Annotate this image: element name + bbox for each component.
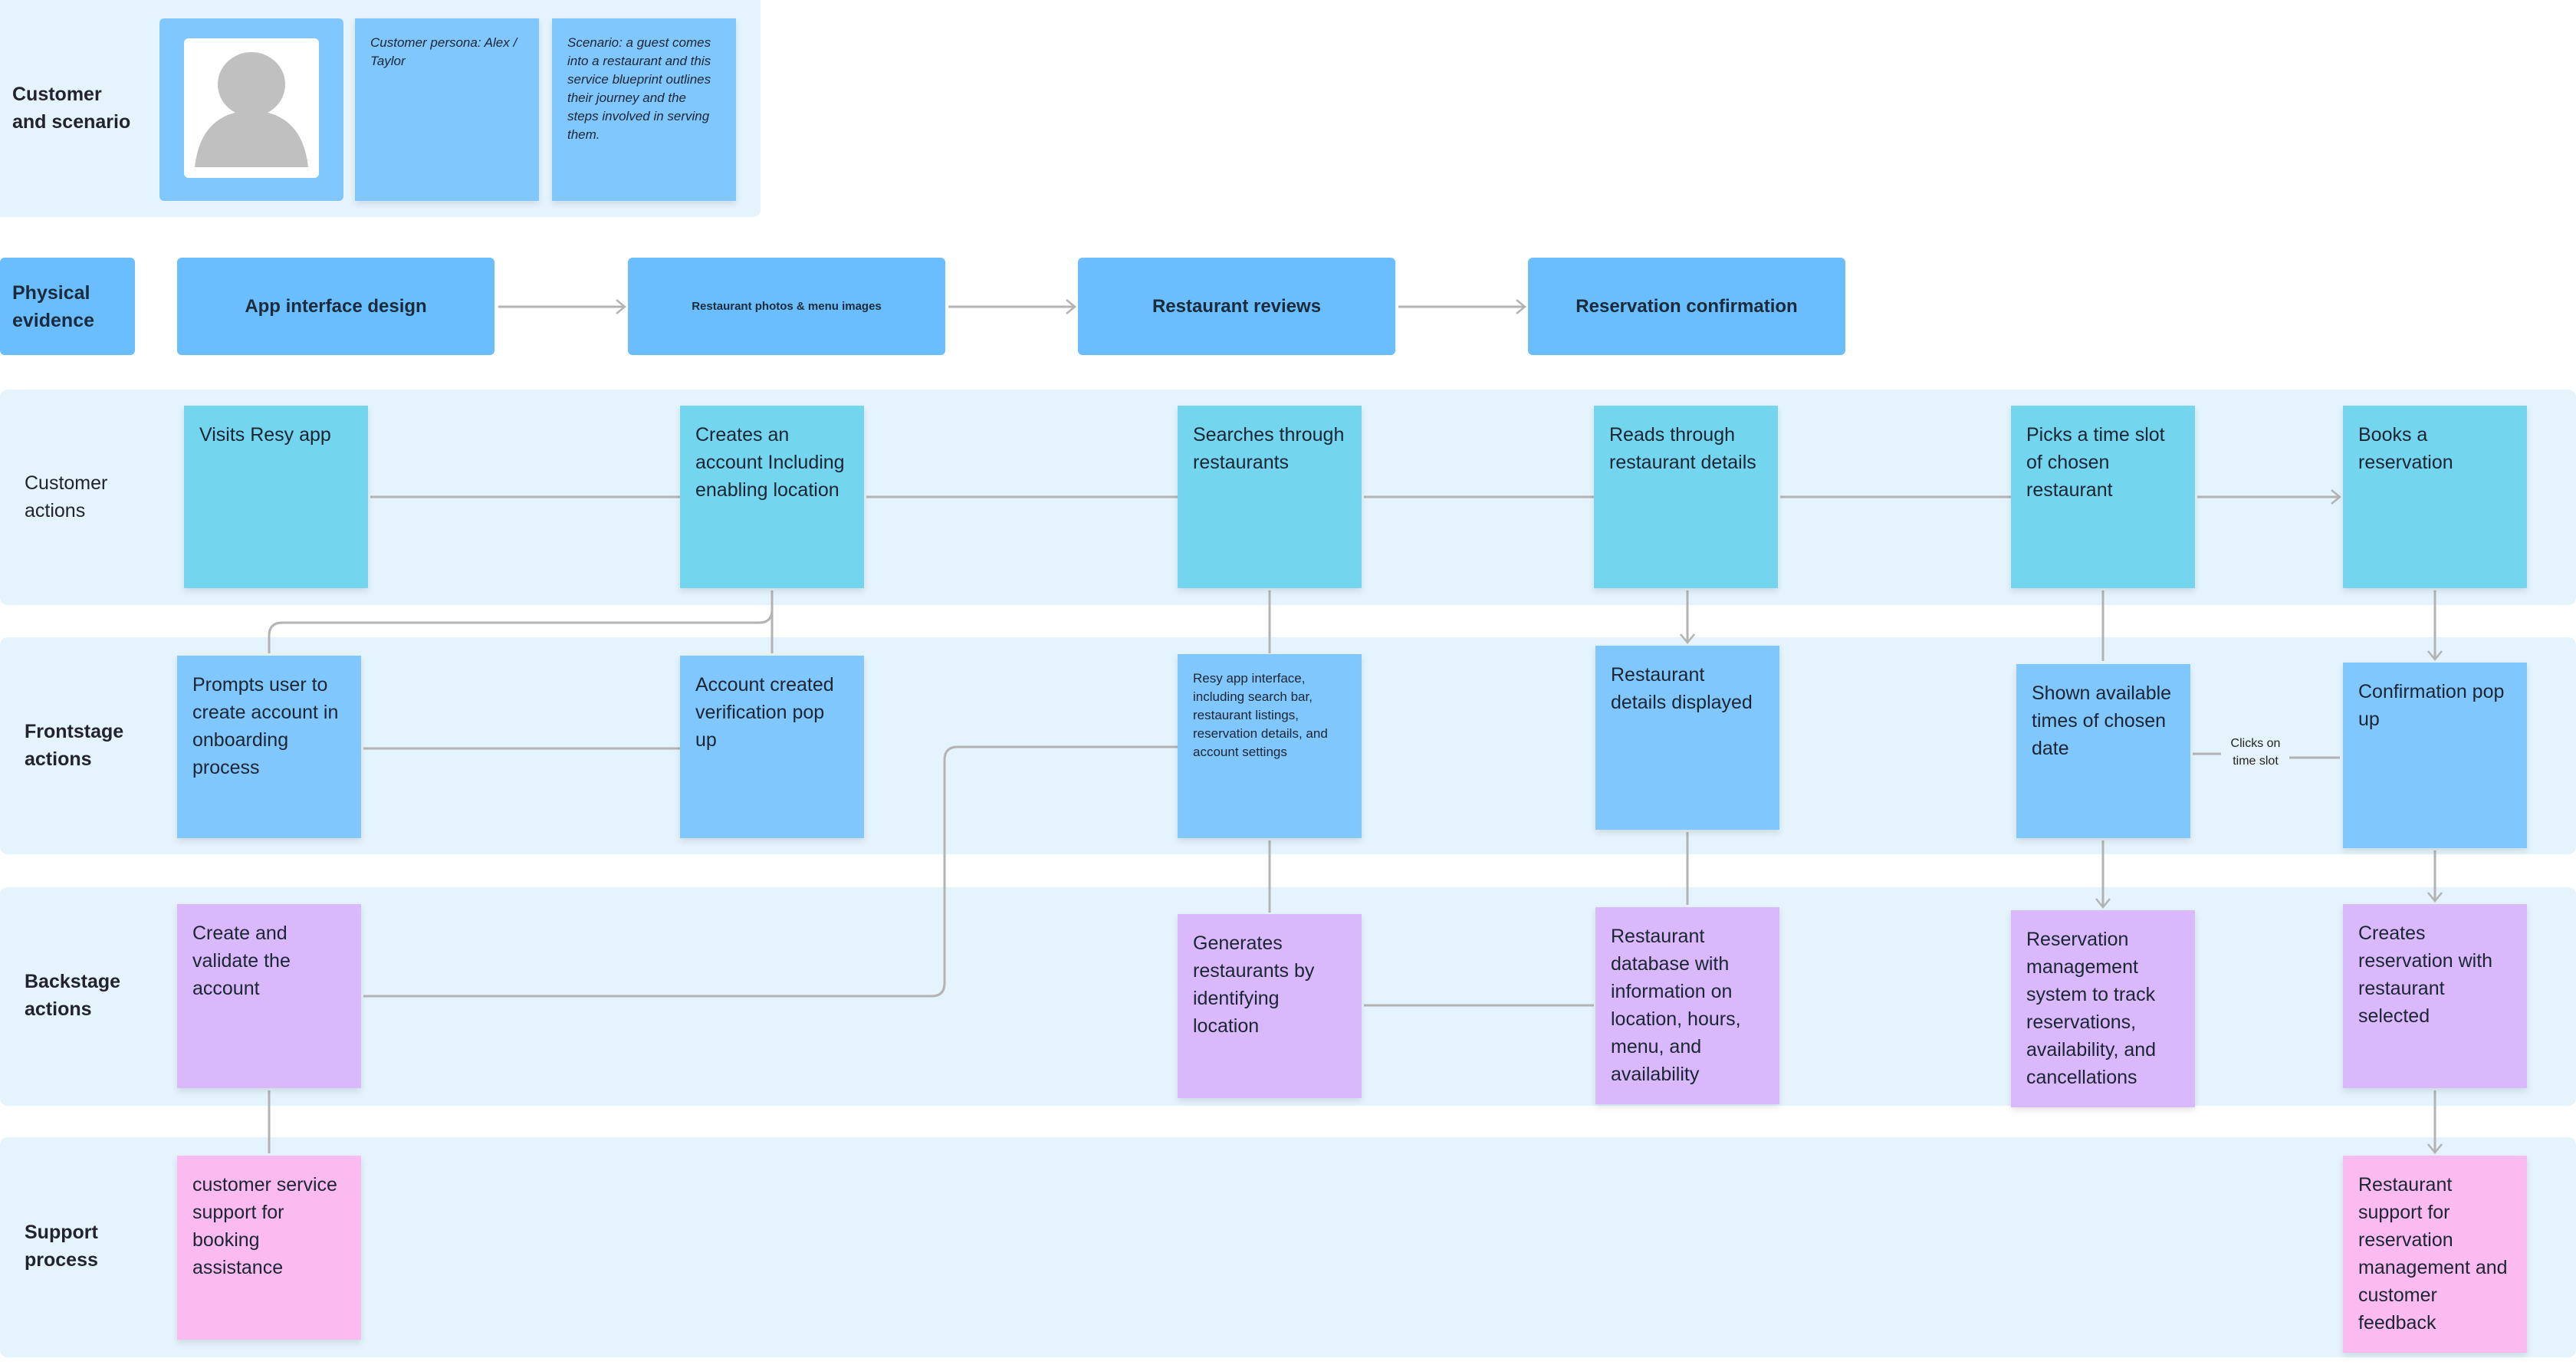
connector-account-prompts [268, 590, 774, 653]
customer-action-card: Picks a time slot of chosen restaurant [2011, 406, 2195, 588]
customer-action-card: Creates an account Including enabling lo… [680, 406, 864, 588]
edge-label-clicks-time-slot: Clicks on time slot [2230, 737, 2281, 768]
frontstage-card: Account created verification pop up [680, 656, 864, 838]
frontstage-card: Shown available times of chosen date [2016, 664, 2190, 838]
customer-action-card: Reads through restaurant details [1594, 406, 1778, 588]
backstage-card: Create and validate the account [177, 904, 361, 1088]
frontstage-card: Restaurant details displayed [1595, 646, 1779, 830]
backstage-card: Reservation management system to track r… [2011, 910, 2195, 1107]
frontstage-card: Prompts user to create account in onboar… [177, 656, 361, 838]
backstage-card: Generates restaurants by identifying loc… [1178, 914, 1362, 1098]
backstage-card: Restaurant database with information on … [1595, 907, 1779, 1104]
support-card: Restaurant support for reservation manag… [2343, 1156, 2527, 1353]
frontstage-card: Resy app interface, including search bar… [1178, 654, 1362, 838]
customer-action-card: Books a reservation [2343, 406, 2527, 588]
backstage-card: Creates reservation with restaurant sele… [2343, 904, 2527, 1088]
support-card: customer service support for booking ass… [177, 1156, 361, 1340]
customer-action-card: Searches through restaurants [1178, 406, 1362, 588]
customer-action-card: Visits Resy app [184, 406, 368, 588]
frontstage-card: Confirmation pop up [2343, 663, 2527, 848]
